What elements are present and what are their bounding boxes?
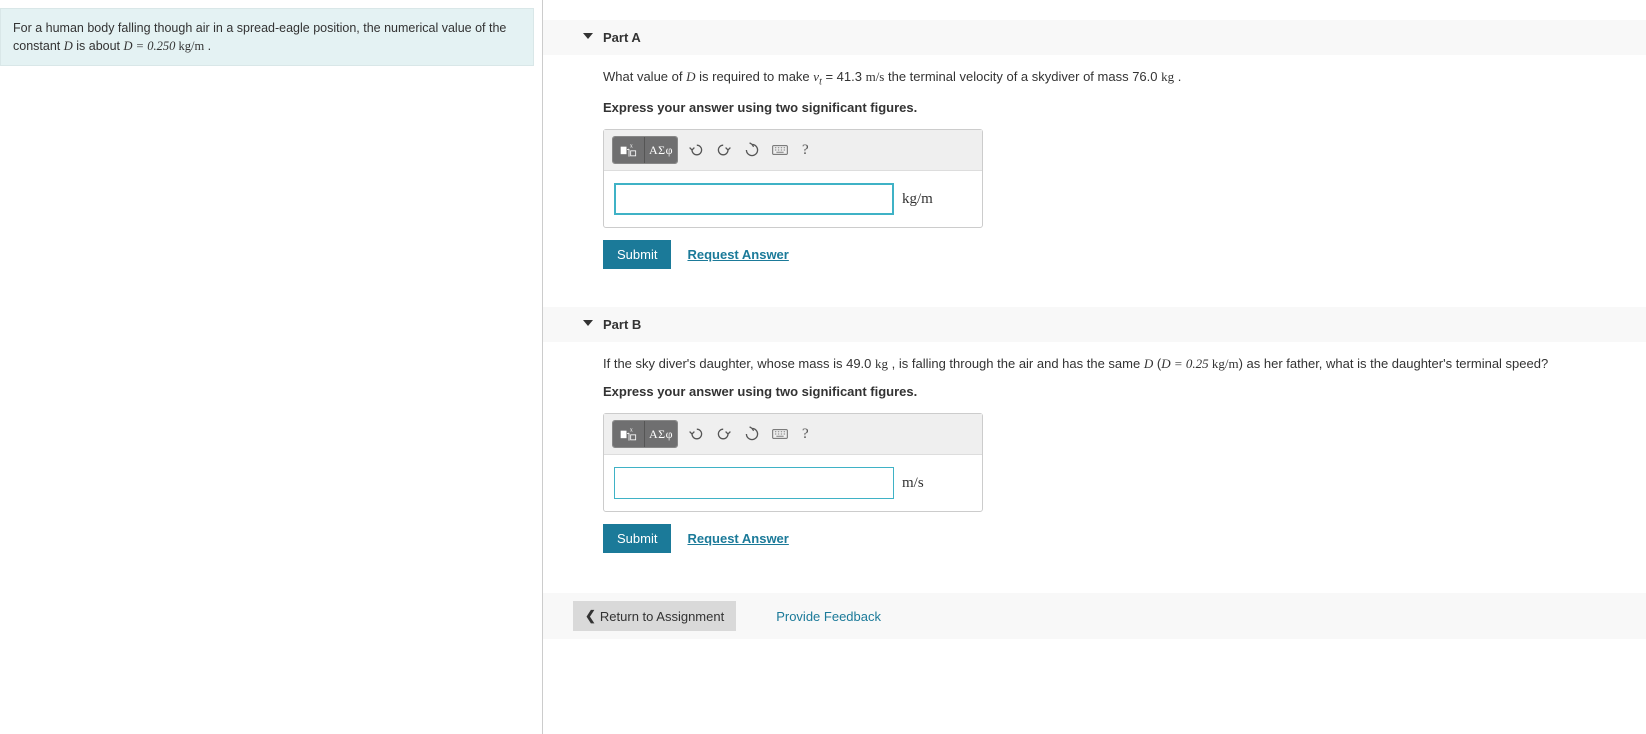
part-b-answer-input[interactable] [614,467,894,499]
part-b-request-answer-link[interactable]: Request Answer [687,531,788,546]
return-label: Return to Assignment [600,609,724,624]
template-picker-button[interactable]: x [613,421,645,447]
prompt-text: . [1174,69,1181,84]
part-a-answer-box: x ΑΣφ [603,129,983,228]
answer-toolbar: x ΑΣφ [604,414,982,455]
reset-button[interactable] [742,140,762,160]
greek-letters-button[interactable]: ΑΣφ [645,137,677,163]
redo-button[interactable] [714,424,734,444]
collapse-triangle-icon [583,320,593,326]
part-b: Part B If the sky diver's daughter, whos… [543,307,1646,571]
prompt-text: is required to make [696,69,814,84]
keyboard-button[interactable] [770,424,790,444]
prompt-text: What value of [603,69,686,84]
part-a-answer-input[interactable] [614,183,894,215]
info-text: is about [73,39,124,53]
chevron-left-icon: ❮ [585,608,596,624]
format-button-group: x ΑΣφ [612,420,678,448]
return-to-assignment-button[interactable]: ❮ Return to Assignment [573,601,736,631]
parts-column: Part A What value of D is required to ma… [543,0,1646,734]
prompt-var: D [686,69,695,84]
part-b-header[interactable]: Part B [543,307,1646,342]
problem-statement-box: For a human body falling though air in a… [0,8,534,66]
part-a: Part A What value of D is required to ma… [543,20,1646,287]
part-b-title: Part B [603,317,641,332]
template-picker-button[interactable]: x [613,137,645,163]
redo-button[interactable] [714,140,734,160]
format-button-group: x ΑΣφ [612,136,678,164]
prompt-text: ( [1153,356,1161,371]
prompt-text: ) as her father, what is the daughter's … [1239,356,1549,371]
prompt-var: D [1144,356,1153,371]
part-b-answer-box: x ΑΣφ [603,413,983,512]
greek-letters-button[interactable]: ΑΣφ [645,421,677,447]
info-var-D: D [64,39,73,53]
prompt-text: the terminal velocity of a skydiver of m… [884,69,1161,84]
part-a-title: Part A [603,30,641,45]
problem-info-column: For a human body falling though air in a… [0,0,543,734]
part-b-instructions: Express your answer using two significan… [603,384,1646,399]
prompt-text: If the sky diver's daughter, whose mass … [603,356,875,371]
part-b-prompt: If the sky diver's daughter, whose mass … [603,354,1646,374]
info-equation: D = 0.250 [124,39,179,53]
prompt-unit: kg/m [1212,356,1239,371]
undo-button[interactable] [686,140,706,160]
prompt-unit: kg [1161,69,1174,84]
collapse-triangle-icon [583,33,593,39]
part-b-submit-button[interactable]: Submit [603,524,671,553]
part-b-unit-label: m/s [902,467,924,499]
svg-text:x: x [629,428,632,434]
keyboard-button[interactable] [770,140,790,160]
part-a-request-answer-link[interactable]: Request Answer [687,247,788,262]
info-units: kg/m [178,39,204,53]
part-a-unit-label: kg/m [902,183,933,215]
prompt-text: , is falling through the air and has the… [888,356,1144,371]
prompt-unit: kg [875,356,888,371]
answer-toolbar: x ΑΣφ [604,130,982,171]
part-a-instructions: Express your answer using two significan… [603,100,1646,115]
reset-button[interactable] [742,424,762,444]
prompt-equation: D = 0.25 [1161,356,1212,371]
part-a-header[interactable]: Part A [543,20,1646,55]
undo-button[interactable] [686,424,706,444]
help-button[interactable]: ? [798,426,813,443]
provide-feedback-link[interactable]: Provide Feedback [776,609,881,624]
prompt-text: = 41.3 [822,69,866,84]
help-button[interactable]: ? [798,142,813,159]
svg-text:x: x [629,144,632,150]
part-a-prompt: What value of D is required to make vt =… [603,67,1646,90]
prompt-unit: m/s [866,69,885,84]
footer-bar: ❮ Return to Assignment Provide Feedback [543,593,1646,639]
info-text: . [204,39,211,53]
part-a-submit-button[interactable]: Submit [603,240,671,269]
